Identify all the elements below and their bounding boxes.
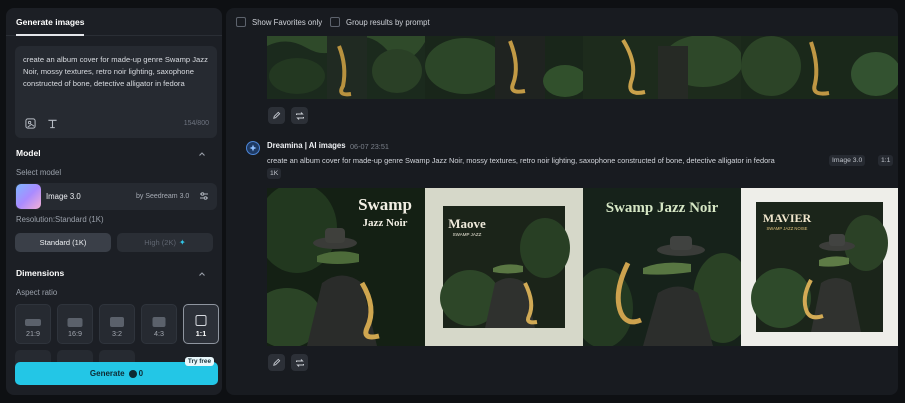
- result-image[interactable]: Swamp Jazz Noir: [267, 188, 425, 346]
- dreamina-avatar: [246, 141, 260, 155]
- group-checkbox[interactable]: [330, 17, 340, 27]
- resolution-standard-label: Standard (1K): [39, 238, 87, 247]
- resolution-high-label: High (2K): [144, 238, 176, 247]
- regenerate-button[interactable]: [291, 354, 308, 371]
- edit-prompt-button[interactable]: [268, 107, 285, 124]
- favorites-checkbox[interactable]: [236, 17, 246, 27]
- generate-label: Generate: [89, 369, 125, 378]
- chip-resolution: 1K: [267, 168, 282, 179]
- generation-prompt[interactable]: create an album cover for made-up genre …: [267, 156, 775, 165]
- prompt-input[interactable]: create an album cover for made-up genre …: [15, 46, 217, 138]
- aspect-option-3-2[interactable]: 3:2: [99, 304, 135, 344]
- resolution-high-button[interactable]: High (2K) ✦: [117, 233, 213, 252]
- credit-coin-icon: [128, 369, 137, 378]
- chevron-up-icon[interactable]: [198, 150, 206, 158]
- prompt-text[interactable]: create an album cover for made-up genre …: [23, 54, 209, 90]
- aspect-option-4-3[interactable]: 4:3: [141, 304, 177, 344]
- model-selector[interactable]: Image 3.0 by Seedream 3.0: [15, 183, 217, 210]
- album-title-line1: Swamp Jazz Noir: [606, 200, 719, 216]
- album-title-line2: SWAMP JAZZ: [453, 232, 482, 237]
- tab-underline: [16, 34, 84, 36]
- group-filter-label: Group results by prompt: [346, 17, 430, 27]
- aspect-shape-icon: [67, 318, 83, 327]
- edit-prompt-button[interactable]: [268, 354, 285, 371]
- album-title-line1: Maove: [448, 216, 486, 231]
- aspect-label: 16:9: [68, 329, 82, 338]
- previous-result-image[interactable]: [425, 36, 583, 99]
- pencil-icon: [273, 358, 281, 366]
- previous-result-image[interactable]: [267, 36, 425, 99]
- sliders-icon[interactable]: [199, 191, 209, 201]
- aspect-label: 21:9: [26, 329, 40, 338]
- generate-cost: 0: [138, 369, 144, 378]
- generation-time: 06-07 23:51: [350, 142, 389, 151]
- aspect-option-21-9[interactable]: 21:9: [15, 304, 51, 344]
- model-provider: by Seedream 3.0: [136, 193, 190, 200]
- pencil-icon: [273, 111, 281, 119]
- panel-tab-bar: Generate images: [6, 8, 222, 36]
- model-name: Image 3.0: [46, 192, 81, 201]
- image-reference-icon[interactable]: [23, 116, 37, 130]
- aspect-shape-icon: [152, 317, 166, 327]
- sparkle-icon: ✦: [178, 238, 186, 247]
- model-thumbnail: [16, 184, 41, 209]
- generate-panel: Generate images create an album cover fo…: [6, 8, 222, 395]
- aspect-label: 4:3: [154, 329, 164, 338]
- previous-result-image[interactable]: [741, 36, 898, 99]
- favorites-filter[interactable]: Show Favorites only: [236, 17, 322, 27]
- model-section-title: Model: [16, 148, 41, 158]
- group-filter[interactable]: Group results by prompt: [330, 17, 430, 27]
- aspect-option-16-9[interactable]: 16:9: [57, 304, 93, 344]
- aspect-shape-icon: [25, 319, 41, 326]
- repeat-icon: [295, 358, 304, 367]
- aspect-ratio-label: Aspect ratio: [16, 288, 58, 297]
- album-title-line1: Swamp: [358, 195, 412, 214]
- album-title-line1: MAVIER: [763, 211, 812, 225]
- generation-author: Dreamina | AI images: [267, 141, 346, 150]
- repeat-icon: [295, 111, 304, 120]
- resolution-standard-button[interactable]: Standard (1K): [15, 233, 111, 252]
- result-image[interactable]: Maove SWAMP JAZZ: [425, 188, 583, 346]
- aspect-label: 1:1: [195, 329, 207, 338]
- chevron-up-icon[interactable]: [198, 270, 206, 278]
- dimensions-section-title: Dimensions: [16, 268, 65, 278]
- try-free-badge: Try free: [184, 357, 214, 366]
- resolution-label: Resolution:Standard (1K): [16, 215, 104, 224]
- select-model-label: Select model: [16, 168, 62, 177]
- chip-model: Image 3.0: [829, 155, 866, 166]
- char-count: 154/800: [183, 120, 209, 127]
- aspect-option-1-1[interactable]: 1:1: [183, 304, 219, 344]
- text-format-icon[interactable]: [45, 116, 59, 130]
- result-image[interactable]: MAVIER SWAMP JAZZ NOISE: [741, 188, 898, 346]
- result-image[interactable]: Swamp Jazz Noir: [583, 188, 741, 346]
- previous-result-image[interactable]: [583, 36, 741, 99]
- album-title-line2: SWAMP JAZZ NOISE: [767, 226, 808, 231]
- aspect-shape-icon: [195, 315, 207, 326]
- aspect-shape-icon: [110, 317, 124, 327]
- generate-button[interactable]: Generate 0 Try free: [15, 357, 218, 385]
- tab-generate-images[interactable]: Generate images: [16, 17, 85, 27]
- chip-ratio: 1:1: [878, 155, 894, 166]
- regenerate-button[interactable]: [291, 107, 308, 124]
- album-title-line2: Jazz Noir: [363, 217, 408, 229]
- results-area: Show Favorites only Group results by pro…: [226, 8, 898, 395]
- aspect-label: 3:2: [112, 329, 122, 338]
- favorites-filter-label: Show Favorites only: [252, 17, 323, 27]
